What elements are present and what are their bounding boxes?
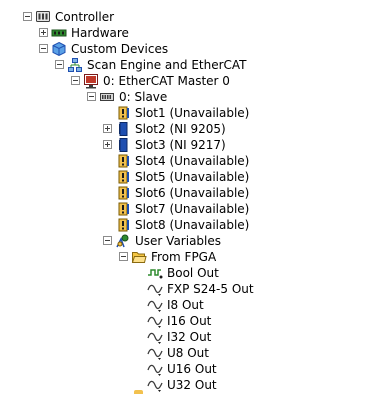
tree-item-variable[interactable]: I8 Out <box>0 297 391 313</box>
collapse-toggle[interactable] <box>23 12 32 21</box>
tree-item-slot6[interactable]: Slot6 (Unavailable) <box>0 185 391 201</box>
collapse-toggle[interactable] <box>87 92 96 101</box>
expand-toggle[interactable] <box>103 140 112 149</box>
user-variables-icon <box>115 233 131 249</box>
tree-item-variable[interactable]: U8 Out <box>0 345 391 361</box>
tree-item-slot7[interactable]: Slot7 (Unavailable) <box>0 201 391 217</box>
collapse-toggle[interactable] <box>103 236 112 245</box>
tree-item-label: Slot2 (NI 9205) <box>135 122 226 136</box>
numeric-variable-icon <box>147 345 163 361</box>
expand-toggle[interactable] <box>103 124 112 133</box>
collapse-toggle[interactable] <box>55 60 64 69</box>
controller-icon <box>35 9 51 25</box>
tree-item-label: Scan Engine and EtherCAT <box>87 58 247 72</box>
tree-item-label: Slot3 (NI 9217) <box>135 138 226 152</box>
tree-item-slave[interactable]: 0: Slave <box>0 89 391 105</box>
tree-item-custom-devices[interactable]: Custom Devices <box>0 41 391 57</box>
tree-item-from-fpga[interactable]: From FPGA <box>0 249 391 265</box>
tree-item-variable[interactable]: FXP S24-5 Out <box>0 281 391 297</box>
tree-item-slot5[interactable]: Slot5 (Unavailable) <box>0 169 391 185</box>
tree-item-label: From FPGA <box>151 250 217 264</box>
tree-item-label: FXP S24-5 Out <box>167 282 254 296</box>
tree-item-hardware[interactable]: Hardware <box>0 25 391 41</box>
custom-devices-icon <box>51 41 67 57</box>
tree-item-slot1[interactable]: Slot1 (Unavailable) <box>0 105 391 121</box>
project-tree: Controller Hardware Custom Devices Scan … <box>0 8 391 400</box>
tree-item-label: Slot1 (Unavailable) <box>135 106 250 120</box>
tree-item-slot8[interactable]: Slot8 (Unavailable) <box>0 217 391 233</box>
tree-item-label: U8 Out <box>167 346 209 360</box>
tree-item-label: Custom Devices <box>71 42 169 56</box>
tree-item-label: Slot8 (Unavailable) <box>135 218 250 232</box>
expand-toggle[interactable] <box>39 28 48 37</box>
tree-item-user-variables[interactable]: User Variables <box>0 233 391 249</box>
folder-open-icon <box>131 249 147 265</box>
numeric-variable-icon <box>147 329 163 345</box>
tree-item-variable[interactable]: Bool Out <box>0 265 391 281</box>
tree-item-label: 0: Slave <box>119 90 168 104</box>
tree-item-label: Slot6 (Unavailable) <box>135 186 250 200</box>
tree-item-label: U32 Out <box>167 378 217 392</box>
unavailable-slot-icon <box>115 185 131 201</box>
tree-item-scan-engine[interactable]: Scan Engine and EtherCAT <box>0 57 391 73</box>
tree-item-label: I8 Out <box>167 298 204 312</box>
tree-item-variable[interactable]: I32 Out <box>0 329 391 345</box>
tree-item-label: Hardware <box>71 26 129 40</box>
tree-item-label: Bool Out <box>167 266 219 280</box>
collapse-toggle[interactable] <box>39 44 48 53</box>
unavailable-slot-icon <box>115 153 131 169</box>
tree-item-label: Slot7 (Unavailable) <box>135 202 250 216</box>
tree-item-variable[interactable]: U16 Out <box>0 361 391 377</box>
tree-item-label: Slot5 (Unavailable) <box>135 170 250 184</box>
tree-item-label: User Variables <box>135 234 222 248</box>
numeric-variable-icon <box>147 281 163 297</box>
tree-item-label: 0: EtherCAT Master 0 <box>103 74 230 88</box>
numeric-variable-icon <box>147 377 163 393</box>
hardware-icon <box>51 25 67 41</box>
tree-item-ethercat-master[interactable]: 0: EtherCAT Master 0 <box>0 73 391 89</box>
tree-item-slot4[interactable]: Slot4 (Unavailable) <box>0 153 391 169</box>
tree-item-slot3[interactable]: Slot3 (NI 9217) <box>0 137 391 153</box>
module-icon <box>115 121 131 137</box>
numeric-variable-icon <box>147 361 163 377</box>
tree-item-label: Slot4 (Unavailable) <box>135 154 250 168</box>
tree-item-slot2[interactable]: Slot2 (NI 9205) <box>0 121 391 137</box>
tree-item-label: I16 Out <box>167 314 212 328</box>
ethercat-master-icon <box>83 73 99 89</box>
next-item-icon-partial <box>134 390 143 394</box>
tree-item-variable[interactable]: U32 Out <box>0 377 391 393</box>
bool-variable-icon <box>147 265 163 281</box>
tree-item-label: I32 Out <box>167 330 212 344</box>
unavailable-slot-icon <box>115 105 131 121</box>
numeric-variable-icon <box>147 313 163 329</box>
numeric-variable-icon <box>147 297 163 313</box>
unavailable-slot-icon <box>115 217 131 233</box>
collapse-toggle[interactable] <box>119 252 128 261</box>
tree-item-label: U16 Out <box>167 362 217 376</box>
tree-item-label: Controller <box>55 10 115 24</box>
unavailable-slot-icon <box>115 201 131 217</box>
collapse-toggle[interactable] <box>71 76 80 85</box>
module-icon <box>115 137 131 153</box>
unavailable-slot-icon <box>115 169 131 185</box>
tree-item-variable[interactable]: I16 Out <box>0 313 391 329</box>
tree-item-controller[interactable]: Controller <box>0 9 391 25</box>
network-icon <box>67 57 83 73</box>
slave-chassis-icon <box>99 89 115 105</box>
